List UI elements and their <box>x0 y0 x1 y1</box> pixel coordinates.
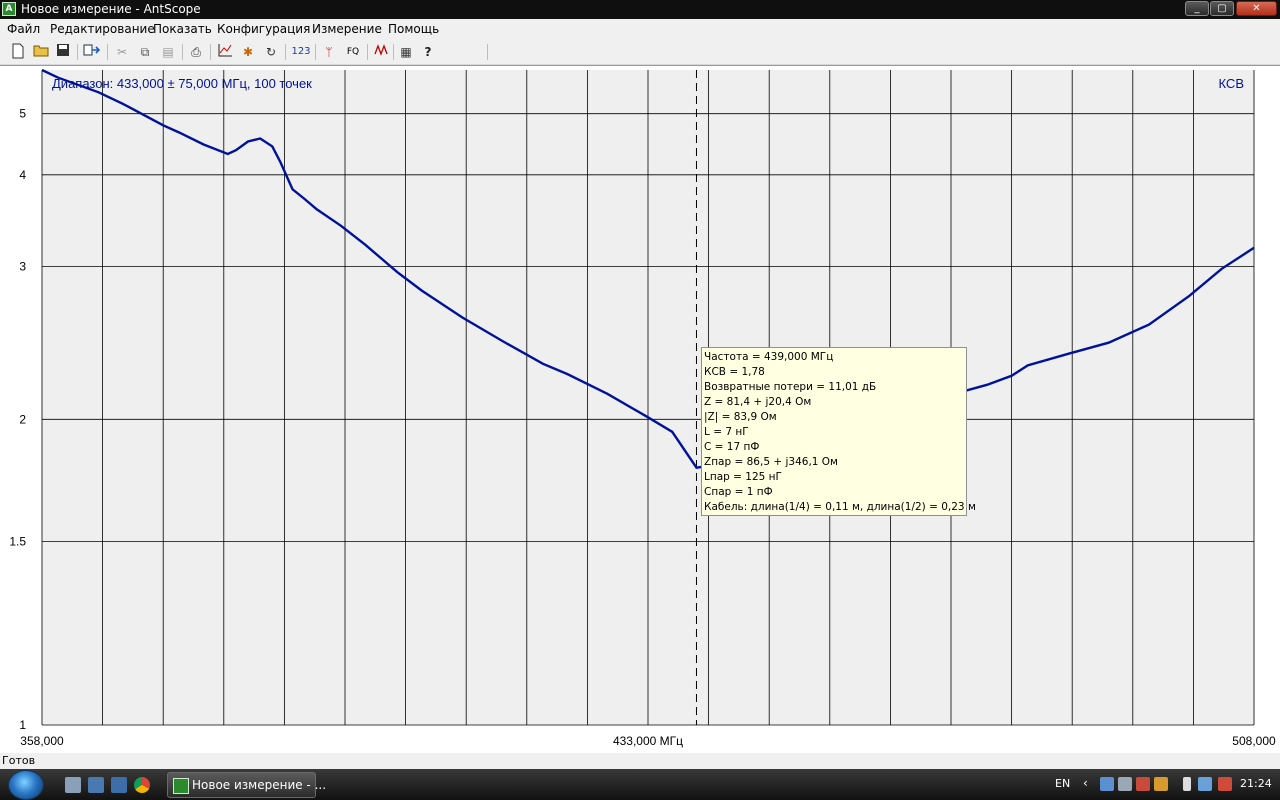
tooltip-frequency: Частота = 439,000 МГц <box>704 351 834 363</box>
tooltip-return-loss: Возвратные потери = 11,01 дБ <box>704 381 877 393</box>
status-text: Готов <box>2 754 36 767</box>
tooltip-inductance: L = 7 нГ <box>704 426 749 438</box>
explorer-icon[interactable] <box>111 777 127 793</box>
menu-bar: Файл Редактирование Показать Конфигураци… <box>0 19 1280 40</box>
tooltip-impedance: Z = 81,4 + j20,4 Ом <box>704 396 812 408</box>
language-indicator[interactable]: EN <box>1055 777 1070 790</box>
marker-info-tooltip: Частота = 439,000 МГц КСВ = 1,78 Возврат… <box>701 347 976 516</box>
battery-icon[interactable] <box>1183 777 1191 791</box>
volume-muted-icon[interactable] <box>1218 777 1232 791</box>
tooltip-parallel-impedance: Zпар = 86,5 + j346,1 Ом <box>704 456 838 468</box>
toolbar-separator <box>367 44 368 60</box>
swr-chart[interactable]: 5 4 3 2 1.5 1 358,000 433,000 МГц 508,000 Диапаз… <box>0 66 1280 753</box>
toolbar: ✂ ⧉ ▤ ⎙ ✱ ↻ 123 ᛘ FQ ▦ ? <box>0 40 1280 65</box>
tooltip-parallel-capacitance: Cпар = 1 пФ <box>704 486 773 498</box>
toolbar-separator <box>315 44 316 60</box>
status-bar: Готов <box>0 753 1280 769</box>
print-icon[interactable]: ⎙ <box>187 43 205 61</box>
numbers-123-icon[interactable]: 123 <box>290 43 312 61</box>
taskbar: Новое измерение - ... EN ‹ 21:24 <box>0 769 1280 800</box>
window-switcher-icon[interactable] <box>88 777 104 793</box>
window-title: Новое измерение - AntScope <box>21 2 201 16</box>
menu-help[interactable]: Помощь <box>388 22 439 37</box>
start-button[interactable] <box>8 770 44 800</box>
menu-configuration[interactable]: Конфигурация <box>217 22 310 37</box>
menu-measurement[interactable]: Измерение <box>312 22 382 37</box>
chart-icon[interactable] <box>216 43 234 61</box>
antenna-icon[interactable]: ᛘ <box>320 43 338 61</box>
toolbar-separator <box>182 44 183 60</box>
cut-icon[interactable]: ✂ <box>113 43 131 61</box>
chrome-icon[interactable] <box>134 777 150 793</box>
toolbar-separator <box>285 44 286 60</box>
maximize-button[interactable]: ▢ <box>1210 1 1234 16</box>
y-tick-label: 1 <box>19 718 26 732</box>
y-tick-label: 4 <box>19 168 26 182</box>
toolbar-separator <box>393 44 394 60</box>
y-tick-label: 1.5 <box>9 535 26 549</box>
copy-icon[interactable]: ⧉ <box>136 43 154 61</box>
x-tick-label: 358,000 <box>20 734 64 748</box>
open-folder-icon[interactable] <box>32 43 50 61</box>
menu-view[interactable]: Показать <box>153 22 212 37</box>
mode-label: КСВ <box>1219 76 1245 91</box>
fq-icon[interactable]: FQ <box>343 43 363 61</box>
close-button[interactable]: ✕ <box>1236 1 1277 16</box>
menu-file[interactable]: Файл <box>7 22 40 37</box>
taskbar-task-label: Новое измерение - ... <box>192 778 327 792</box>
tooltip-parallel-inductance: Lпар = 125 нГ <box>704 471 782 483</box>
antscope-app-icon[interactable]: A <box>2 2 16 16</box>
show-desktop-icon[interactable] <box>65 777 81 793</box>
network-tray-icon[interactable] <box>1100 777 1114 791</box>
minimize-button[interactable]: _ <box>1185 1 1209 16</box>
export-icon[interactable] <box>83 43 101 61</box>
toolbar-separator <box>487 44 488 60</box>
toolbar-separator <box>210 44 211 60</box>
tooltip-swr: КСВ = 1,78 <box>704 366 765 378</box>
new-file-icon[interactable] <box>9 43 27 61</box>
x-tick-label: 508,000 <box>1232 734 1276 748</box>
update-tray-icon[interactable] <box>1154 777 1168 791</box>
table-icon[interactable]: ▦ <box>397 43 415 61</box>
help-icon[interactable]: ? <box>419 43 437 61</box>
device-tray-icon[interactable] <box>1118 777 1132 791</box>
tooltip-impedance-magnitude: |Z| = 83,9 Ом <box>704 411 777 423</box>
menu-edit[interactable]: Редактирование <box>50 22 155 37</box>
clock: 21:24 <box>1240 777 1272 790</box>
paste-icon[interactable]: ▤ <box>159 43 177 61</box>
swr-plot-area[interactable]: 5 4 3 2 1.5 1 358,000 433,000 МГц 508,000 Диапаз… <box>0 65 1280 753</box>
y-tick-label: 5 <box>19 107 26 121</box>
marker-icon[interactable]: ✱ <box>239 43 257 61</box>
show-hidden-icons-icon[interactable]: ‹ <box>1083 776 1088 790</box>
y-tick-label: 3 <box>19 260 26 274</box>
taskbar-antscope-button[interactable]: Новое измерение - ... <box>167 772 326 798</box>
tooltip-cable-length: Кабель: длина(1/4) = 0,11 м, длина(1/2) … <box>704 501 976 513</box>
title-bar: A Новое измерение - AntScope _ ▢ ✕ <box>0 0 1280 19</box>
range-label: Диапазон: 433,000 ± 75,000 МГц, 100 точе… <box>52 76 312 91</box>
refresh-icon[interactable]: ↻ <box>262 43 280 61</box>
y-tick-label: 2 <box>19 412 26 426</box>
antscope-task-icon <box>173 778 189 794</box>
save-icon[interactable] <box>54 43 72 61</box>
waveform-icon[interactable] <box>373 43 391 61</box>
network-connection-icon[interactable] <box>1198 777 1212 791</box>
security-tray-icon[interactable] <box>1136 777 1150 791</box>
toolbar-separator <box>107 44 108 60</box>
x-tick-label: 433,000 МГц <box>613 734 683 748</box>
toolbar-separator <box>77 44 78 60</box>
tooltip-capacitance: C = 17 пФ <box>704 441 760 453</box>
